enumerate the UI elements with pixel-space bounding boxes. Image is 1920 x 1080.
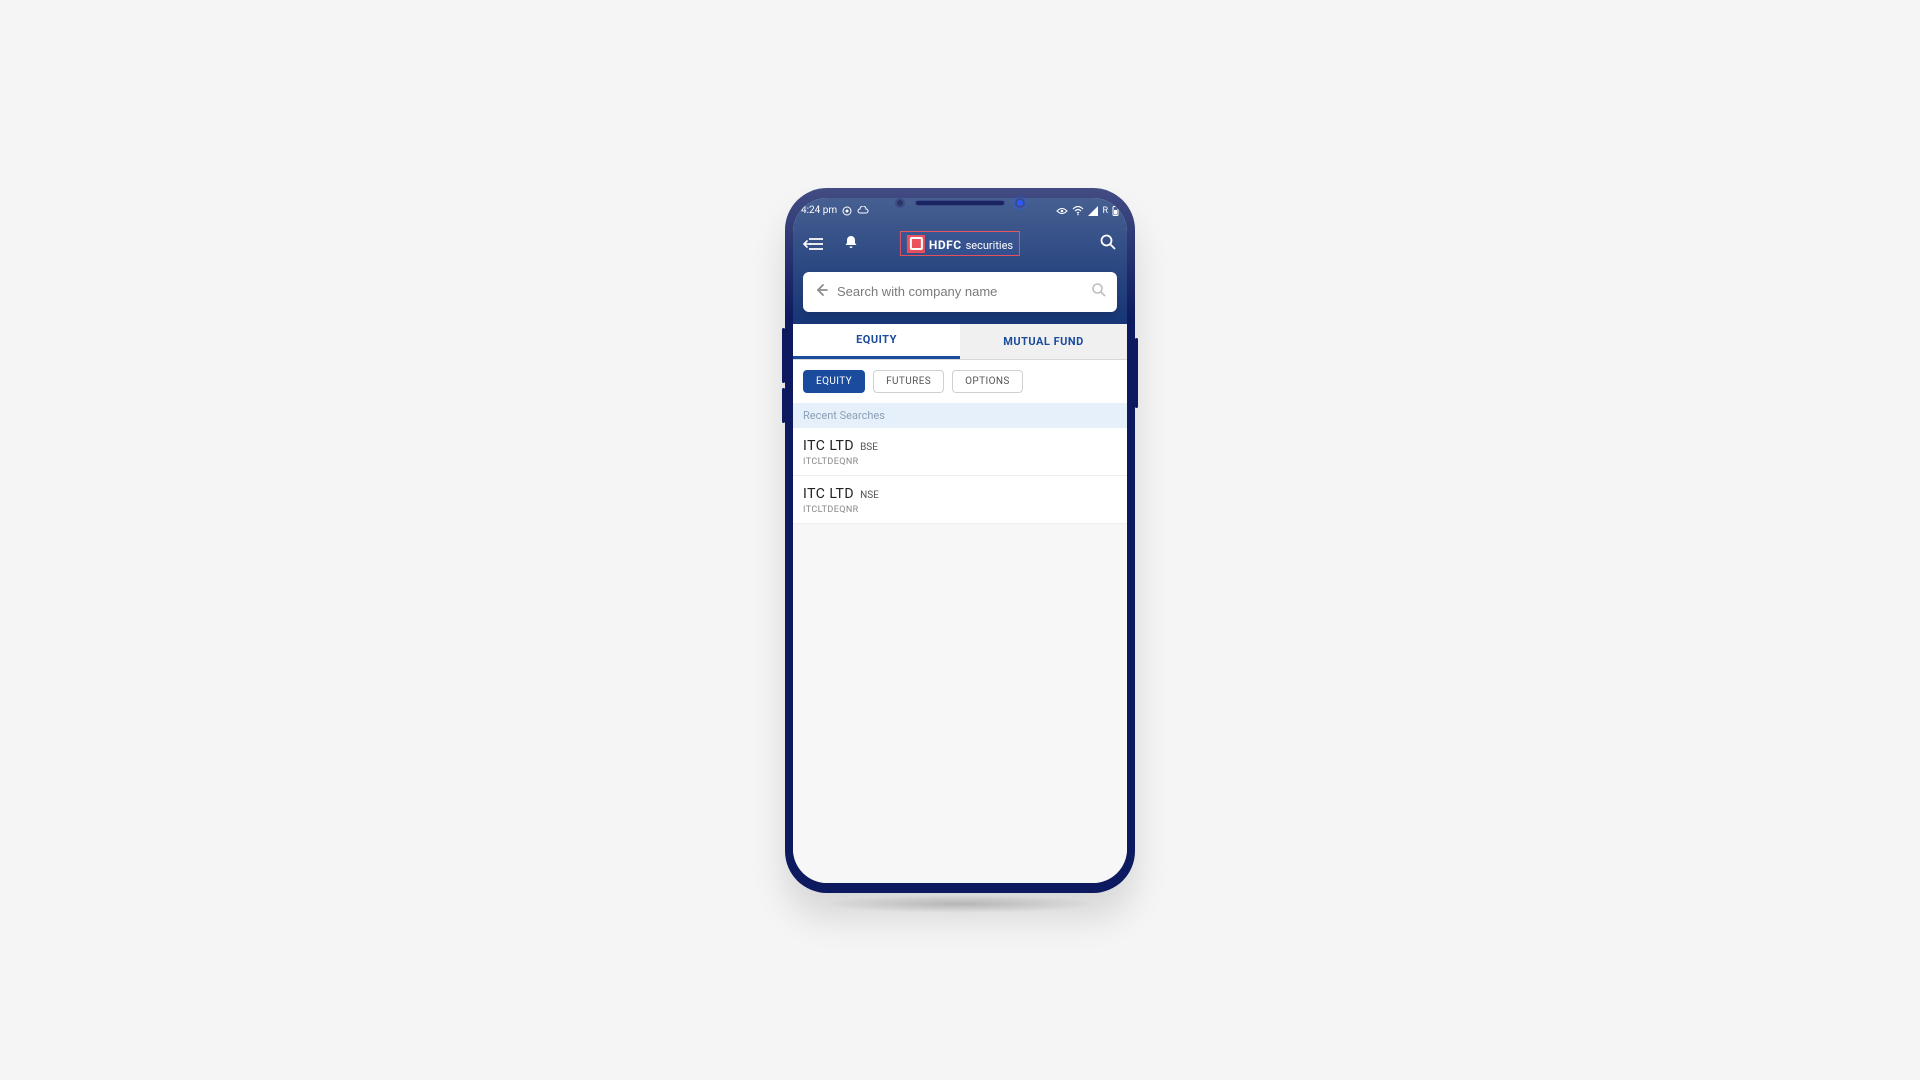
result-code: ITCLTDEQNR [803, 505, 1117, 515]
header-search-button[interactable] [1099, 233, 1117, 255]
empty-content-area [793, 524, 1127, 883]
pill-equity[interactable]: EQUITY [803, 370, 865, 393]
phone-sensor-bar [785, 194, 1135, 212]
app-header: HDFC securities [793, 224, 1127, 264]
phone-frame: 4:24 pm [785, 188, 1135, 893]
volume-down-button [782, 388, 785, 423]
sensor-dot-icon [1015, 198, 1025, 208]
pill-futures[interactable]: FUTURES [873, 370, 944, 393]
brand-mark-icon [907, 235, 925, 253]
brand-logo[interactable]: HDFC securities [900, 231, 1020, 256]
instrument-pill-row: EQUITY FUTURES OPTIONS [793, 360, 1127, 403]
search-back-button[interactable] [813, 282, 829, 302]
tab-mutual-fund[interactable]: MUTUAL FUND [960, 324, 1127, 359]
camera-dot-icon [895, 198, 905, 208]
phone-shadow [820, 895, 1100, 913]
tab-label: MUTUAL FUND [1003, 335, 1084, 348]
notifications-button[interactable] [843, 234, 859, 254]
result-exchange: BSE [860, 442, 878, 453]
power-button [1135, 338, 1138, 408]
search-icon[interactable] [1091, 282, 1107, 302]
volume-up-button [782, 328, 785, 383]
search-area [793, 264, 1127, 324]
brand-name-secondary: securities [966, 239, 1014, 252]
tab-equity[interactable]: EQUITY [793, 324, 960, 359]
search-result-row[interactable]: ITC LTD BSE ITCLTDEQNR [793, 428, 1127, 476]
tab-label: EQUITY [856, 333, 897, 346]
search-result-row[interactable]: ITC LTD NSE ITCLTDEQNR [793, 476, 1127, 524]
result-exchange: NSE [860, 490, 879, 501]
result-name: ITC LTD [803, 438, 854, 454]
search-box[interactable] [803, 272, 1117, 312]
result-name: ITC LTD [803, 486, 854, 502]
menu-back-button[interactable] [803, 236, 825, 252]
phone-screen: 4:24 pm [793, 198, 1127, 883]
pill-label: OPTIONS [965, 376, 1010, 387]
result-code: ITCLTDEQNR [803, 457, 1117, 467]
search-input[interactable] [837, 284, 1083, 299]
main-tab-bar: EQUITY MUTUAL FUND [793, 324, 1127, 360]
pill-label: FUTURES [886, 376, 931, 387]
pill-label: EQUITY [816, 376, 852, 387]
pill-options[interactable]: OPTIONS [952, 370, 1023, 393]
recent-searches-header: Recent Searches [793, 403, 1127, 428]
brand-name-primary: HDFC [929, 238, 962, 252]
speaker-grill-icon [915, 200, 1005, 206]
